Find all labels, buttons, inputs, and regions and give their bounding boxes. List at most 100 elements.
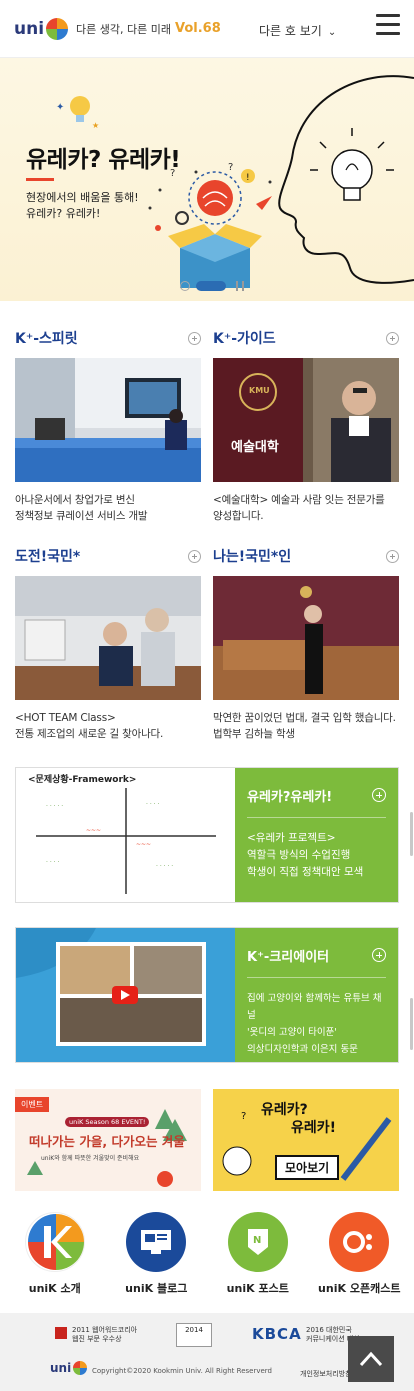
post-icon: N — [227, 1212, 288, 1272]
banner-eureka-panel: 유레카?유레카! <유레카 프로젝트> 역할극 방식의 수업진행 학생이 직접 … — [235, 768, 398, 902]
svg-text:?: ? — [228, 162, 233, 173]
issue-select-label: 다른 호 보기 — [259, 24, 322, 38]
privacy-policy-link[interactable]: 개인정보처리방침 — [300, 1369, 352, 1379]
banner-title: K⁺-크리에이터 — [247, 950, 330, 965]
card-title: K⁺-가이드 — [213, 331, 276, 347]
eureka-collection-tile[interactable]: ? 유레카? 유레카! 모아보기 — [213, 1089, 399, 1191]
tagline: 다른 생각, 다른 미래 — [76, 22, 171, 36]
svg-text:✦: ✦ — [56, 102, 64, 113]
quick-link-label: uniK 포스트 — [226, 1282, 289, 1295]
courtroom-photo — [213, 576, 399, 700]
card-image-courtroom[interactable] — [213, 576, 399, 700]
slider-dot[interactable] — [180, 281, 190, 291]
k-logo-icon — [46, 17, 69, 40]
banner-k-creator[interactable]: K⁺-크리에이터 집에 고양이와 함께하는 유튜브 채널 '옷디의 고양이 타이… — [15, 927, 399, 1063]
event-title: 떠나가는 가을, 다가오는 겨울 — [29, 1134, 185, 1149]
banner-title: 유레카?유레카! — [247, 790, 333, 805]
footer-logo-text: uni — [50, 1361, 72, 1375]
scrollbar-thumb[interactable] — [410, 998, 413, 1050]
card-image-caption: 예술대학 — [231, 440, 279, 455]
chevron-up-icon — [359, 1351, 383, 1367]
quick-link-label: uniK 오픈캐스트 — [318, 1282, 401, 1295]
k-logo-icon — [73, 1361, 88, 1375]
card-title: K⁺-스피릿 — [15, 331, 78, 347]
quick-link-post[interactable]: N uniK 포스트 — [208, 1212, 308, 1296]
menu-icon[interactable] — [376, 14, 400, 36]
card-title: 도전!국민* — [15, 549, 81, 565]
quick-link-label: uniK 블로그 — [125, 1282, 188, 1295]
plus-icon[interactable] — [372, 948, 386, 962]
event-season: uniK Season 68 EVENT! — [65, 1117, 150, 1127]
award-webaward-line2: 웹진 부문 우수상 — [72, 1335, 122, 1343]
event-tile[interactable]: 이벤트 uniK Season 68 EVENT! 떠나가는 가을, 다가오는 … — [15, 1089, 201, 1191]
scrollbar-thumb[interactable] — [410, 812, 413, 856]
opencast-icon — [329, 1212, 390, 1272]
eureka-more-button[interactable]: 모아보기 — [275, 1155, 340, 1180]
issue-select[interactable]: 다른 호 보기 ⌄ — [259, 22, 336, 39]
unik-logo[interactable]: uni — [14, 17, 69, 40]
plus-icon[interactable] — [386, 331, 399, 345]
card-k-spirit[interactable]: K⁺-스피릿 아나운서에서 창업가로 변신 정책정보 큐레이션 서비스 개발 — [15, 328, 201, 524]
award-2014-label: 2014 — [185, 1326, 203, 1334]
banner-line1: <유레카 프로젝트> — [247, 832, 336, 844]
slider-dot-active[interactable] — [196, 281, 226, 291]
chevron-down-icon: ⌄ — [327, 27, 337, 38]
award-kbca-line1: 2016 대한민국 — [306, 1326, 352, 1334]
card-image-badge: KMU — [249, 386, 270, 395]
banner-line3: 의상디자인학과 이은지 동문 — [247, 1044, 358, 1055]
card-image-office[interactable] — [15, 358, 201, 482]
sketch-title: <문제상황-Framework> — [28, 775, 137, 785]
framework-sketch: · · · · · · · · · · · · · · · · · · ~~~ ~~~… — [16, 768, 235, 902]
award-webaward-logo — [55, 1327, 67, 1339]
banner-eureka[interactable]: · · · · · · · · · · · · · · · · · · ~~~ ~~~… — [15, 767, 399, 903]
svg-text:!: ! — [246, 173, 250, 183]
pause-icon[interactable] — [236, 281, 244, 291]
banner-line3: 학생이 직접 정책대안 모색 — [247, 866, 364, 878]
award-kbca-logo: KBCA — [252, 1325, 302, 1343]
card-i-am-kookmin[interactable]: 나는!국민*인 막연한 꿈이었던 법대, 결국 입학 했습니다. 법학부 김하늘… — [213, 546, 399, 742]
plus-icon[interactable] — [188, 331, 201, 345]
card-desc-line1: 막연한 꿈이었던 법대, 결국 입학 했습니다. — [213, 712, 396, 724]
art-college-photo — [213, 358, 399, 482]
award-2014-badge: 2014 — [176, 1323, 212, 1347]
svg-text:?: ? — [241, 1111, 246, 1122]
card-title: 나는!국민*인 — [213, 549, 292, 565]
quick-link-opencast[interactable]: uniK 오픈캐스트 — [309, 1212, 409, 1296]
slider-pagination — [180, 281, 244, 291]
card-k-guide[interactable]: K⁺-가이드 KMU 예술대학 <예술대학> 예술과 사람 잇는 전문가를 양성… — [213, 328, 399, 524]
card-desc-line1: 아나운서에서 창업가로 변신 — [15, 494, 135, 506]
award-webaward-line1: 2011 웹어워드코리아 — [72, 1326, 138, 1334]
plus-icon[interactable] — [386, 549, 399, 563]
hero-title: 유레카? 유레카! — [26, 147, 181, 173]
card-desc-line2: 전통 제조업의 새로운 길 찾아나다. — [15, 728, 164, 740]
framework-sketch-image: · · · · · · · · · · · · · · · · · · ~~~ ~~~ — [36, 788, 216, 894]
banner-creator-panel: K⁺-크리에이터 집에 고양이와 함께하는 유튜브 채널 '옷디의 고양이 타이… — [235, 928, 398, 1062]
copyright: Copyright©2020 Kookmin Univ. All Right R… — [92, 1367, 272, 1375]
card-challenge[interactable]: 도전!국민* <HOT TEAM Class> 전통 제조업의 새로운 길 찾아… — [15, 546, 201, 742]
plus-icon[interactable] — [372, 788, 386, 802]
eureka-title-2: 유레카! — [291, 1120, 337, 1136]
banner-line1: 집에 고양이와 함께하는 유튜브 채널 — [247, 993, 382, 1021]
blog-icon — [126, 1212, 187, 1272]
svg-text:~~~: ~~~ — [136, 841, 151, 848]
hero-subtitle-line2: 유레카? 유레카! — [26, 207, 101, 220]
quick-link-about[interactable]: uniK 소개 — [5, 1212, 105, 1296]
header: uni 다른 생각, 다른 미래 Vol.68 다른 호 보기 ⌄ — [0, 0, 414, 58]
office-photo — [15, 358, 201, 482]
creator-video-thumbnail[interactable] — [16, 928, 235, 1062]
volume-label: Vol.68 — [175, 21, 221, 36]
plus-icon[interactable] — [188, 549, 201, 563]
card-image-art-college[interactable]: KMU 예술대학 — [213, 358, 399, 482]
quick-link-blog[interactable]: uniK 블로그 — [106, 1212, 206, 1296]
hero-banner[interactable]: ✦ ★ ! ? ? 유레카? 유레카! 현장에서의 배움을 통해! 유레카? 유… — [0, 58, 414, 301]
card-desc-line1: <HOT TEAM Class> — [15, 712, 116, 724]
creator-thumbnail-image — [16, 928, 235, 1062]
card-desc-line2: 정책정보 큐레이션 서비스 개발 — [15, 510, 148, 522]
eureka-title-1: 유레카? — [261, 1102, 308, 1118]
svg-text:· · · · ·: · · · · · — [46, 803, 63, 810]
card-desc-line1: <예술대학> 예술과 사람 잇는 전문가를 — [213, 494, 385, 506]
quick-links: uniK 소개 uniK 블로그 N uniK 포스트 uniK 오픈캐스트 — [0, 1212, 414, 1296]
scroll-to-top-button[interactable] — [348, 1336, 394, 1382]
event-badge: 이벤트 — [15, 1097, 50, 1112]
card-image-lab[interactable] — [15, 576, 201, 700]
